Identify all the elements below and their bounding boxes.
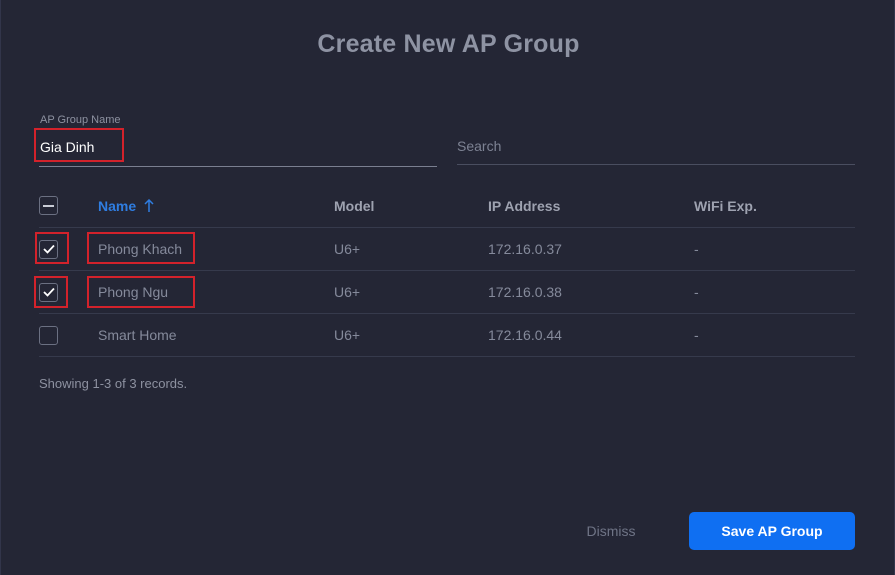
minus-icon xyxy=(43,204,54,207)
row-checkbox-cell xyxy=(39,271,63,313)
row-checkbox-checked[interactable] xyxy=(39,239,58,259)
dismiss-button[interactable]: Dismiss xyxy=(566,512,656,550)
device-table: Name Model IP Address WiFi Exp. Phong Kh… xyxy=(39,184,855,357)
row-checkbox-unchecked[interactable] xyxy=(39,325,58,345)
checkmark-icon xyxy=(42,244,55,254)
arrow-up-icon xyxy=(144,198,154,213)
device-ip-address: 172.16.0.44 xyxy=(488,327,562,343)
table-header-row: Name Model IP Address WiFi Exp. xyxy=(39,184,855,228)
checkmark-icon xyxy=(42,287,55,297)
search-input[interactable] xyxy=(457,135,847,157)
row-checkbox-checked[interactable] xyxy=(39,282,58,302)
column-header-wifi-exp[interactable]: WiFi Exp. xyxy=(694,184,757,227)
annotation-highlight-name xyxy=(34,128,124,162)
dialog-title: Create New AP Group xyxy=(317,30,580,58)
header-checkbox-cell xyxy=(39,184,63,227)
column-header-name[interactable]: Name xyxy=(98,184,154,227)
device-model: U6+ xyxy=(334,284,361,300)
device-wifi-exp: - xyxy=(694,284,699,300)
save-ap-group-button[interactable]: Save AP Group xyxy=(689,512,855,550)
device-name: Phong Khach xyxy=(98,241,183,257)
select-all-checkbox[interactable] xyxy=(39,196,58,215)
row-checkbox-cell xyxy=(39,228,63,270)
device-wifi-exp: - xyxy=(694,327,699,343)
create-ap-group-dialog: Create New AP Group AP Group Name Name xyxy=(0,0,895,575)
column-header-model[interactable]: Model xyxy=(334,184,374,227)
row-checkbox-cell xyxy=(39,314,63,356)
device-model: U6+ xyxy=(334,327,361,343)
records-count: Showing 1-3 of 3 records. xyxy=(39,376,188,391)
column-header-name-label: Name xyxy=(98,197,137,214)
table-row[interactable]: Phong Ngu U6+ 172.16.0.38 - xyxy=(39,271,855,314)
device-name: Smart Home xyxy=(98,327,177,343)
device-model: U6+ xyxy=(334,241,361,257)
device-name: Phong Ngu xyxy=(98,284,169,300)
column-header-ip-address[interactable]: IP Address xyxy=(488,184,560,227)
table-row[interactable]: Smart Home U6+ 172.16.0.44 - xyxy=(39,314,855,357)
device-ip-address: 172.16.0.37 xyxy=(488,241,562,257)
device-wifi-exp: - xyxy=(694,241,699,257)
search-field xyxy=(457,126,855,165)
device-ip-address: 172.16.0.38 xyxy=(488,284,562,300)
ap-group-name-label: AP Group Name xyxy=(40,114,121,126)
table-row[interactable]: Phong Khach U6+ 172.16.0.37 - xyxy=(39,228,855,271)
